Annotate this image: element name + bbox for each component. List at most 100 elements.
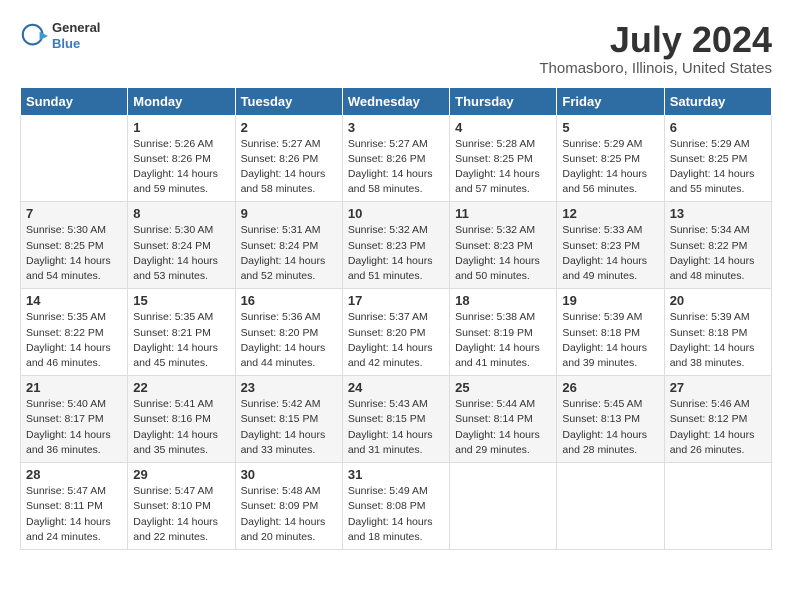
day-number: 18 [455,293,551,308]
day-info: Sunrise: 5:35 AM Sunset: 8:21 PM Dayligh… [133,310,229,371]
day-info: Sunrise: 5:26 AM Sunset: 8:26 PM Dayligh… [133,137,229,198]
day-info: Sunrise: 5:27 AM Sunset: 8:26 PM Dayligh… [241,137,337,198]
day-cell-11: 11 Sunrise: 5:32 AM Sunset: 8:23 PM Dayli… [450,202,557,289]
day-cell-17: 17 Sunrise: 5:37 AM Sunset: 8:20 PM Dayli… [342,289,449,376]
day-cell-16: 16 Sunrise: 5:36 AM Sunset: 8:20 PM Dayli… [235,289,342,376]
day-info: Sunrise: 5:33 AM Sunset: 8:23 PM Dayligh… [562,223,658,284]
day-cell-20: 20 Sunrise: 5:39 AM Sunset: 8:18 PM Dayli… [664,289,771,376]
day-cell-4: 4 Sunrise: 5:28 AM Sunset: 8:25 PM Daylig… [450,115,557,202]
day-cell-1: 1 Sunrise: 5:26 AM Sunset: 8:26 PM Daylig… [128,115,235,202]
page-header: General Blue July 2024 Thomasboro, Illin… [20,20,772,77]
day-info: Sunrise: 5:30 AM Sunset: 8:24 PM Dayligh… [133,223,229,284]
day-number: 9 [241,206,337,221]
day-cell-21: 21 Sunrise: 5:40 AM Sunset: 8:17 PM Dayli… [21,376,128,463]
day-cell-28: 28 Sunrise: 5:47 AM Sunset: 8:11 PM Dayli… [21,463,128,550]
day-cell-24: 24Sunrise: 5:43 AM Sunset: 8:15 PM Dayli… [342,376,449,463]
week-row-2: 7 Sunrise: 5:30 AM Sunset: 8:25 PM Daylig… [21,202,772,289]
day-cell-30: 30Sunrise: 5:48 AM Sunset: 8:09 PM Dayli… [235,463,342,550]
day-number: 5 [562,120,658,135]
day-info: Sunrise: 5:37 AM Sunset: 8:20 PM Dayligh… [348,310,444,371]
weekday-header-sunday: Sunday [21,87,128,115]
title-area: July 2024 Thomasboro, Illinois, United S… [539,20,772,77]
day-info: Sunrise: 5:35 AM Sunset: 8:22 PM Dayligh… [26,310,122,371]
day-number: 28 [26,467,122,482]
day-info: Sunrise: 5:31 AM Sunset: 8:24 PM Dayligh… [241,223,337,284]
day-info: Sunrise: 5:38 AM Sunset: 8:19 PM Dayligh… [455,310,551,371]
day-cell-3: 3 Sunrise: 5:27 AM Sunset: 8:26 PM Daylig… [342,115,449,202]
day-number: 7 [26,206,122,221]
day-number: 14 [26,293,122,308]
day-info: Sunrise: 5:27 AM Sunset: 8:26 PM Dayligh… [348,137,444,198]
day-info: Sunrise: 5:30 AM Sunset: 8:25 PM Dayligh… [26,223,122,284]
empty-cell [664,463,771,550]
day-cell-6: 6Sunrise: 5:29 AM Sunset: 8:25 PM Daylig… [664,115,771,202]
week-row-5: 28 Sunrise: 5:47 AM Sunset: 8:11 PM Dayli… [21,463,772,550]
day-number: 21 [26,380,122,395]
weekday-header-saturday: Saturday [664,87,771,115]
day-number: 2 [241,120,337,135]
day-number: 1 [133,120,229,135]
day-info: Sunrise: 5:47 AM Sunset: 8:10 PM Dayligh… [133,484,229,545]
weekday-header-wednesday: Wednesday [342,87,449,115]
day-info: Sunrise: 5:41 AM Sunset: 8:16 PM Dayligh… [133,397,229,458]
day-cell-27: 27 Sunrise: 5:46 AM Sunset: 8:12 PM Dayli… [664,376,771,463]
day-info: Sunrise: 5:40 AM Sunset: 8:17 PM Dayligh… [26,397,122,458]
day-info: Sunrise: 5:44 AM Sunset: 8:14 PM Dayligh… [455,397,551,458]
day-number: 13 [670,206,766,221]
empty-cell [450,463,557,550]
day-cell-22: 22 Sunrise: 5:41 AM Sunset: 8:16 PM Dayli… [128,376,235,463]
day-cell-13: 13Sunrise: 5:34 AM Sunset: 8:22 PM Dayli… [664,202,771,289]
weekday-header-monday: Monday [128,87,235,115]
day-cell-15: 15 Sunrise: 5:35 AM Sunset: 8:21 PM Dayli… [128,289,235,376]
logo-text: General Blue [52,20,100,51]
weekday-header-thursday: Thursday [450,87,557,115]
day-cell-25: 25 Sunrise: 5:44 AM Sunset: 8:14 PM Dayli… [450,376,557,463]
day-number: 20 [670,293,766,308]
day-cell-23: 23 Sunrise: 5:42 AM Sunset: 8:15 PM Dayli… [235,376,342,463]
day-number: 29 [133,467,229,482]
day-info: Sunrise: 5:49 AM Sunset: 8:08 PM Dayligh… [348,484,444,545]
day-number: 22 [133,380,229,395]
empty-cell [21,115,128,202]
day-number: 11 [455,206,551,221]
main-title: July 2024 [539,20,772,60]
day-info: Sunrise: 5:42 AM Sunset: 8:15 PM Dayligh… [241,397,337,458]
day-info: Sunrise: 5:39 AM Sunset: 8:18 PM Dayligh… [670,310,766,371]
day-number: 16 [241,293,337,308]
day-info: Sunrise: 5:32 AM Sunset: 8:23 PM Dayligh… [455,223,551,284]
day-number: 10 [348,206,444,221]
day-number: 12 [562,206,658,221]
logo-icon [20,22,48,50]
day-cell-9: 9 Sunrise: 5:31 AM Sunset: 8:24 PM Daylig… [235,202,342,289]
day-number: 31 [348,467,444,482]
week-row-1: 1 Sunrise: 5:26 AM Sunset: 8:26 PM Daylig… [21,115,772,202]
weekday-header-friday: Friday [557,87,664,115]
day-cell-31: 31 Sunrise: 5:49 AM Sunset: 8:08 PM Dayli… [342,463,449,550]
day-info: Sunrise: 5:28 AM Sunset: 8:25 PM Dayligh… [455,137,551,198]
day-cell-12: 12 Sunrise: 5:33 AM Sunset: 8:23 PM Dayli… [557,202,664,289]
day-info: Sunrise: 5:29 AM Sunset: 8:25 PM Dayligh… [562,137,658,198]
day-number: 17 [348,293,444,308]
day-cell-7: 7 Sunrise: 5:30 AM Sunset: 8:25 PM Daylig… [21,202,128,289]
day-info: Sunrise: 5:47 AM Sunset: 8:11 PM Dayligh… [26,484,122,545]
day-number: 30 [241,467,337,482]
subtitle: Thomasboro, Illinois, United States [539,60,772,77]
week-row-4: 21 Sunrise: 5:40 AM Sunset: 8:17 PM Dayli… [21,376,772,463]
day-info: Sunrise: 5:36 AM Sunset: 8:20 PM Dayligh… [241,310,337,371]
day-number: 23 [241,380,337,395]
day-number: 3 [348,120,444,135]
week-row-3: 14 Sunrise: 5:35 AM Sunset: 8:22 PM Dayli… [21,289,772,376]
day-cell-2: 2 Sunrise: 5:27 AM Sunset: 8:26 PM Daylig… [235,115,342,202]
day-info: Sunrise: 5:39 AM Sunset: 8:18 PM Dayligh… [562,310,658,371]
day-info: Sunrise: 5:29 AM Sunset: 8:25 PM Dayligh… [670,137,766,198]
day-number: 15 [133,293,229,308]
day-number: 25 [455,380,551,395]
day-number: 4 [455,120,551,135]
day-info: Sunrise: 5:32 AM Sunset: 8:23 PM Dayligh… [348,223,444,284]
day-cell-5: 5 Sunrise: 5:29 AM Sunset: 8:25 PM Daylig… [557,115,664,202]
day-number: 27 [670,380,766,395]
calendar-table: SundayMondayTuesdayWednesdayThursdayFrid… [20,87,772,550]
day-info: Sunrise: 5:46 AM Sunset: 8:12 PM Dayligh… [670,397,766,458]
day-number: 8 [133,206,229,221]
day-cell-26: 26Sunrise: 5:45 AM Sunset: 8:13 PM Dayli… [557,376,664,463]
